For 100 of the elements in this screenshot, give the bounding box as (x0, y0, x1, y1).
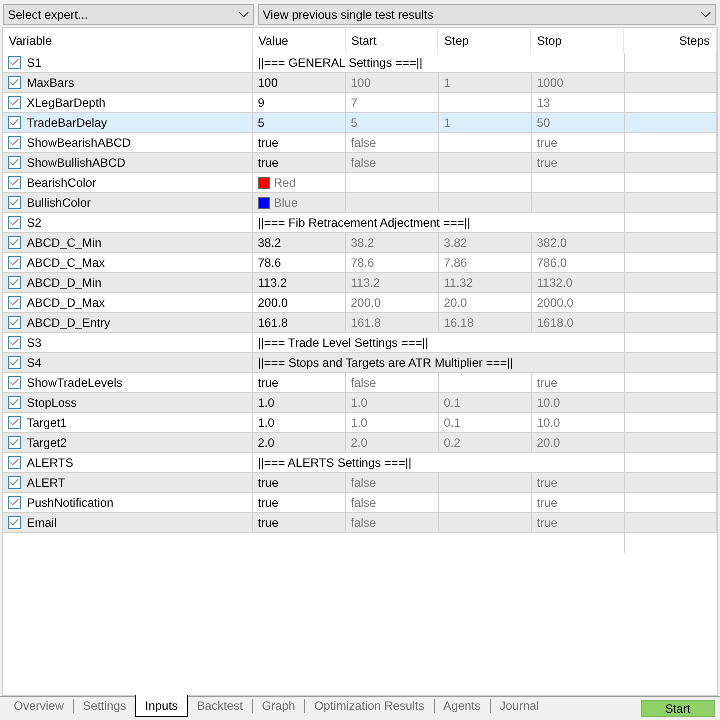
results-dropdown[interactable]: View previous single test results (258, 4, 716, 25)
start-cell-text: 2.0 (351, 434, 368, 452)
variable-name: Target2 (27, 434, 68, 452)
checkbox[interactable] (8, 476, 21, 489)
step-cell-text: 16.18 (444, 314, 474, 332)
checkbox[interactable] (8, 196, 21, 209)
checkbox[interactable] (8, 76, 21, 89)
table-row[interactable]: ShowTradeLevels true false true (3, 373, 717, 393)
checkbox[interactable] (8, 296, 21, 309)
tab[interactable]: Backtest (188, 697, 252, 715)
table-row[interactable]: ABCD_D_Min 113.2 113.2 11.32 1132.0 (3, 273, 717, 293)
start-cell-text: 161.8 (351, 314, 382, 332)
checkbox[interactable] (8, 356, 21, 369)
table-row[interactable]: S3 ||=== Trade Level Settings ===|| (3, 333, 717, 353)
table-row[interactable]: ALERT true false true (3, 473, 717, 493)
checkbox[interactable] (8, 496, 21, 509)
checkbox[interactable] (8, 436, 21, 449)
checkbox[interactable] (8, 156, 21, 169)
checkbox[interactable] (8, 336, 21, 349)
checkbox[interactable] (8, 236, 21, 249)
table-row[interactable]: StopLoss 1.0 1.0 0.1 10.0 (3, 393, 717, 413)
value-cell-text: Blue (274, 194, 298, 212)
table-row[interactable]: S1 ||=== GENERAL Settings ===|| (3, 53, 717, 73)
table-row[interactable]: Email true false true (3, 513, 717, 533)
section-title: ||=== GENERAL Settings ===|| (258, 54, 423, 72)
step-cell-text: 1 (444, 114, 451, 132)
value-cell-text: true (258, 494, 279, 512)
expert-dropdown[interactable]: Select expert... (3, 4, 254, 25)
checkbox[interactable] (8, 396, 21, 409)
table-row[interactable]: ShowBullishABCD true false true (3, 153, 717, 173)
checkbox[interactable] (8, 316, 21, 329)
variable-name: ABCD_D_Min (27, 274, 102, 292)
tab[interactable]: Overview (5, 697, 74, 715)
checkbox[interactable] (8, 516, 21, 529)
tab[interactable]: Inputs (135, 695, 188, 717)
checkbox[interactable] (8, 456, 21, 469)
table-row[interactable]: BullishColor Blue (3, 193, 717, 213)
table-row[interactable]: MaxBars 100 100 1 1000 (3, 73, 717, 93)
variable-name: ShowTradeLevels (27, 374, 123, 392)
value-cell-text: true (258, 134, 279, 152)
value-cell-text: true (258, 154, 279, 172)
start-cell-text: 100 (351, 74, 372, 92)
value-cell-text: 9 (258, 94, 265, 112)
table-row[interactable]: ABCD_D_Max 200.0 200.0 20.0 2000.0 (3, 293, 717, 313)
stop-cell-text: 1132.0 (537, 274, 573, 292)
step-cell-text: 11.32 (444, 274, 474, 292)
step-cell-text: 7.86 (444, 254, 468, 272)
variable-name: BullishColor (27, 194, 92, 212)
step-cell-text: 20.0 (444, 294, 468, 312)
table-row[interactable]: ShowBearishABCD true false true (3, 133, 717, 153)
table-row[interactable]: Target1 1.0 1.0 0.1 10.0 (3, 413, 717, 433)
table-row[interactable]: TradeBarDelay 5 5 1 50 (3, 113, 717, 133)
value-cell-text: 78.6 (258, 254, 282, 272)
start-cell-text: false (351, 474, 376, 492)
checkbox[interactable] (8, 136, 21, 149)
variable-name: PushNotification (27, 494, 114, 512)
tab[interactable]: Journal (490, 697, 548, 715)
checkbox[interactable] (8, 256, 21, 269)
start-cell-text: false (351, 374, 376, 392)
stop-cell-text: 50 (537, 114, 550, 132)
checkbox[interactable] (8, 376, 21, 389)
section-title: ||=== Fib Retracement Adjectment ===|| (258, 214, 471, 232)
start-cell-text: 1.0 (351, 414, 368, 432)
table-row[interactable]: ABCD_C_Min 38.2 38.2 3.82 382.0 (3, 233, 717, 253)
tab[interactable]: Optimization Results (305, 697, 434, 715)
checkbox[interactable] (8, 216, 21, 229)
table-row[interactable]: ABCD_D_Entry 161.8 161.8 16.18 1618.0 (3, 313, 717, 333)
variable-name: ABCD_D_Max (27, 294, 106, 312)
start-button[interactable]: Start (641, 700, 715, 717)
start-cell-text: 200.0 (351, 294, 382, 312)
checkbox[interactable] (8, 276, 21, 289)
table-row[interactable]: BearishColor Red (3, 173, 717, 193)
section-title: ||=== Trade Level Settings ===|| (258, 334, 429, 352)
stop-cell-text: true (537, 514, 558, 532)
checkbox[interactable] (8, 116, 21, 129)
tab[interactable]: Settings (74, 697, 136, 715)
table-row[interactable]: XLegBarDepth 9 7 13 (3, 93, 717, 113)
tab[interactable]: Graph (253, 697, 304, 715)
checkbox[interactable] (8, 176, 21, 189)
table-row[interactable]: ABCD_C_Max 78.6 78.6 7.86 786.0 (3, 253, 717, 273)
variable-name: BearishColor (27, 174, 96, 192)
step-cell-text: 3.82 (444, 234, 468, 252)
table-row[interactable]: S2 ||=== Fib Retracement Adjectment ===|| (3, 213, 717, 233)
variable-name: S2 (27, 214, 42, 232)
start-cell-text: 113.2 (351, 274, 380, 292)
checkbox[interactable] (8, 96, 21, 109)
table-row[interactable]: PushNotification true false true (3, 493, 717, 513)
tab[interactable]: Agents (434, 697, 490, 715)
variable-name: ShowBearishABCD (27, 134, 132, 152)
variable-name: S3 (27, 334, 42, 352)
chevron-down-icon (701, 12, 711, 18)
value-cell-text: 5 (258, 114, 265, 132)
checkbox[interactable] (8, 416, 21, 429)
table-row[interactable]: Target2 2.0 2.0 0.2 20.0 (3, 433, 717, 453)
start-cell-text: 5 (351, 114, 358, 132)
table-row[interactable]: S4 ||=== Stops and Targets are ATR Multiplier ===|| (3, 353, 717, 373)
checkbox[interactable] (8, 56, 21, 69)
stop-cell-text: true (537, 134, 558, 152)
table-row[interactable]: ALERTS ||=== ALERTS Settings ===|| (3, 453, 717, 473)
variable-name: Email (27, 514, 58, 532)
